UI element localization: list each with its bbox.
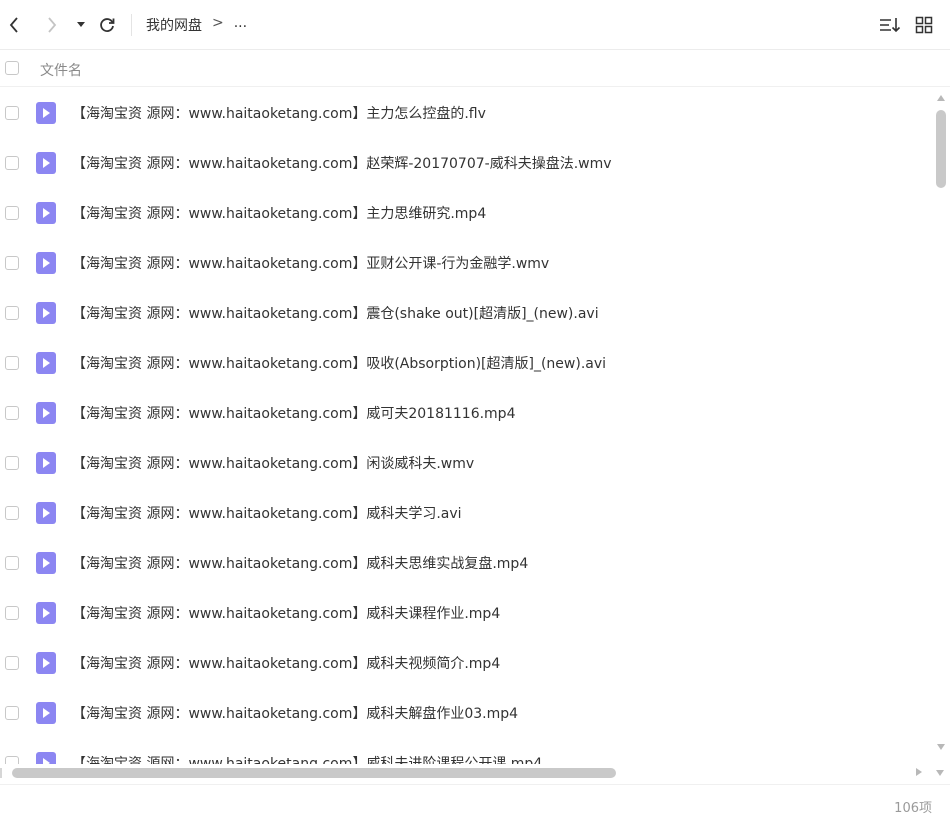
breadcrumb-separator: > [212,15,224,31]
video-file-icon [36,652,56,674]
horizontal-scroll-thumb[interactable] [12,768,616,778]
file-name[interactable]: 【海淘宝资 源网：www.haitaoketang.com】主力思维研究.mp4 [72,203,486,223]
video-file-icon [36,752,56,764]
file-name[interactable]: 【海淘宝资 源网：www.haitaoketang.com】震仓(shake o… [72,303,599,323]
file-checkbox[interactable] [5,706,19,720]
video-file-icon [36,202,56,224]
file-row[interactable]: 【海淘宝资 源网：www.haitaoketang.com】威科夫解盘作业03.… [0,688,932,738]
list-header: 文件名 [0,50,950,87]
scroll-right-arrow-icon[interactable] [916,768,922,776]
file-name[interactable]: 【海淘宝资 源网：www.haitaoketang.com】吸收(Absorpt… [72,353,606,373]
file-list: 【海淘宝资 源网：www.haitaoketang.com】主力怎么控盘的.fl… [0,88,932,764]
file-row[interactable]: 【海淘宝资 源网：www.haitaoketang.com】威科夫视频简介.mp… [0,638,932,688]
refresh-button[interactable] [96,12,118,38]
video-file-icon [36,252,56,274]
file-checkbox[interactable] [5,356,19,370]
file-name[interactable]: 【海淘宝资 源网：www.haitaoketang.com】威科夫进阶课程公开课… [72,753,542,764]
file-row[interactable]: 【海淘宝资 源网：www.haitaoketang.com】威科夫思维实战复盘.… [0,538,932,588]
horizontal-scrollbar[interactable] [0,764,950,782]
file-checkbox[interactable] [5,456,19,470]
video-file-icon [36,452,56,474]
file-name[interactable]: 【海淘宝资 源网：www.haitaoketang.com】亚财公开课-行为金融… [72,253,549,273]
toolbar-divider [131,14,132,36]
file-row[interactable]: 【海淘宝资 源网：www.haitaoketang.com】威科夫学习.avi [0,488,932,538]
file-row[interactable]: 【海淘宝资 源网：www.haitaoketang.com】威科夫课程作业.mp… [0,588,932,638]
video-file-icon [36,602,56,624]
vertical-scrollbar[interactable] [932,88,950,764]
status-bar: 106项 [0,784,950,824]
file-checkbox[interactable] [5,406,19,420]
video-file-icon [36,502,56,524]
grid-view-button[interactable] [913,12,935,38]
breadcrumb: 我的网盘 > ... [146,15,247,35]
file-name[interactable]: 【海淘宝资 源网：www.haitaoketang.com】闲谈威科夫.wmv [72,453,474,473]
grid-view-icon [915,16,933,34]
breadcrumb-root[interactable]: 我的网盘 [146,15,202,35]
file-name[interactable]: 【海淘宝资 源网：www.haitaoketang.com】威科夫课程作业.mp… [72,603,500,623]
file-checkbox[interactable] [5,256,19,270]
video-file-icon [36,552,56,574]
file-name[interactable]: 【海淘宝资 源网：www.haitaoketang.com】威科夫视频简介.mp… [72,653,500,673]
toolbar: 我的网盘 > ... [0,0,950,50]
vertical-scroll-thumb[interactable] [936,110,946,188]
file-name[interactable]: 【海淘宝资 源网：www.haitaoketang.com】威科夫思维实战复盘.… [72,553,528,573]
file-row[interactable]: 【海淘宝资 源网：www.haitaoketang.com】吸收(Absorpt… [0,338,932,388]
file-name[interactable]: 【海淘宝资 源网：www.haitaoketang.com】主力怎么控盘的.fl… [72,103,486,123]
chevron-left-icon [9,17,18,33]
chevron-right-icon [48,17,57,33]
video-file-icon [36,402,56,424]
file-row[interactable]: 【海淘宝资 源网：www.haitaoketang.com】主力怎么控盘的.fl… [0,88,932,138]
sort-icon [880,18,901,33]
sort-button[interactable] [878,12,902,38]
file-checkbox[interactable] [5,106,19,120]
file-name[interactable]: 【海淘宝资 源网：www.haitaoketang.com】赵荣辉-201707… [72,153,612,173]
history-dropdown-button[interactable] [74,12,88,38]
scroll-up-arrow-icon[interactable] [937,95,945,101]
file-row[interactable]: 【海淘宝资 源网：www.haitaoketang.com】威可夫2018111… [0,388,932,438]
scroll-left-edge [0,768,2,778]
file-checkbox[interactable] [5,156,19,170]
file-row[interactable]: 【海淘宝资 源网：www.haitaoketang.com】威科夫进阶课程公开课… [0,738,932,764]
file-checkbox[interactable] [5,206,19,220]
video-file-icon [36,302,56,324]
file-row[interactable]: 【海淘宝资 源网：www.haitaoketang.com】震仓(shake o… [0,288,932,338]
file-row[interactable]: 【海淘宝资 源网：www.haitaoketang.com】赵荣辉-201707… [0,138,932,188]
back-button[interactable] [4,12,24,38]
file-row[interactable]: 【海淘宝资 源网：www.haitaoketang.com】亚财公开课-行为金融… [0,238,932,288]
file-checkbox[interactable] [5,556,19,570]
scroll-corner-arrow-icon[interactable] [936,770,944,776]
file-checkbox[interactable] [5,756,19,764]
file-row[interactable]: 【海淘宝资 源网：www.haitaoketang.com】闲谈威科夫.wmv [0,438,932,488]
file-name[interactable]: 【海淘宝资 源网：www.haitaoketang.com】威科夫解盘作业03.… [72,703,518,723]
file-checkbox[interactable] [5,606,19,620]
file-name[interactable]: 【海淘宝资 源网：www.haitaoketang.com】威科夫学习.avi [72,503,462,523]
refresh-icon [100,18,115,32]
video-file-icon [36,152,56,174]
select-all-checkbox[interactable] [5,61,19,75]
file-checkbox[interactable] [5,306,19,320]
video-file-icon [36,102,56,124]
video-file-icon [36,352,56,374]
caret-down-icon [77,22,85,27]
video-file-icon [36,702,56,724]
column-header-filename[interactable]: 文件名 [40,60,82,80]
file-row[interactable]: 【海淘宝资 源网：www.haitaoketang.com】主力思维研究.mp4 [0,188,932,238]
item-count: 106项 [894,801,932,816]
file-checkbox[interactable] [5,656,19,670]
scroll-down-arrow-icon[interactable] [937,744,945,750]
file-checkbox[interactable] [5,506,19,520]
file-name[interactable]: 【海淘宝资 源网：www.haitaoketang.com】威可夫2018111… [72,403,515,423]
breadcrumb-ellipsis[interactable]: ... [234,15,247,35]
forward-button[interactable] [42,12,62,38]
